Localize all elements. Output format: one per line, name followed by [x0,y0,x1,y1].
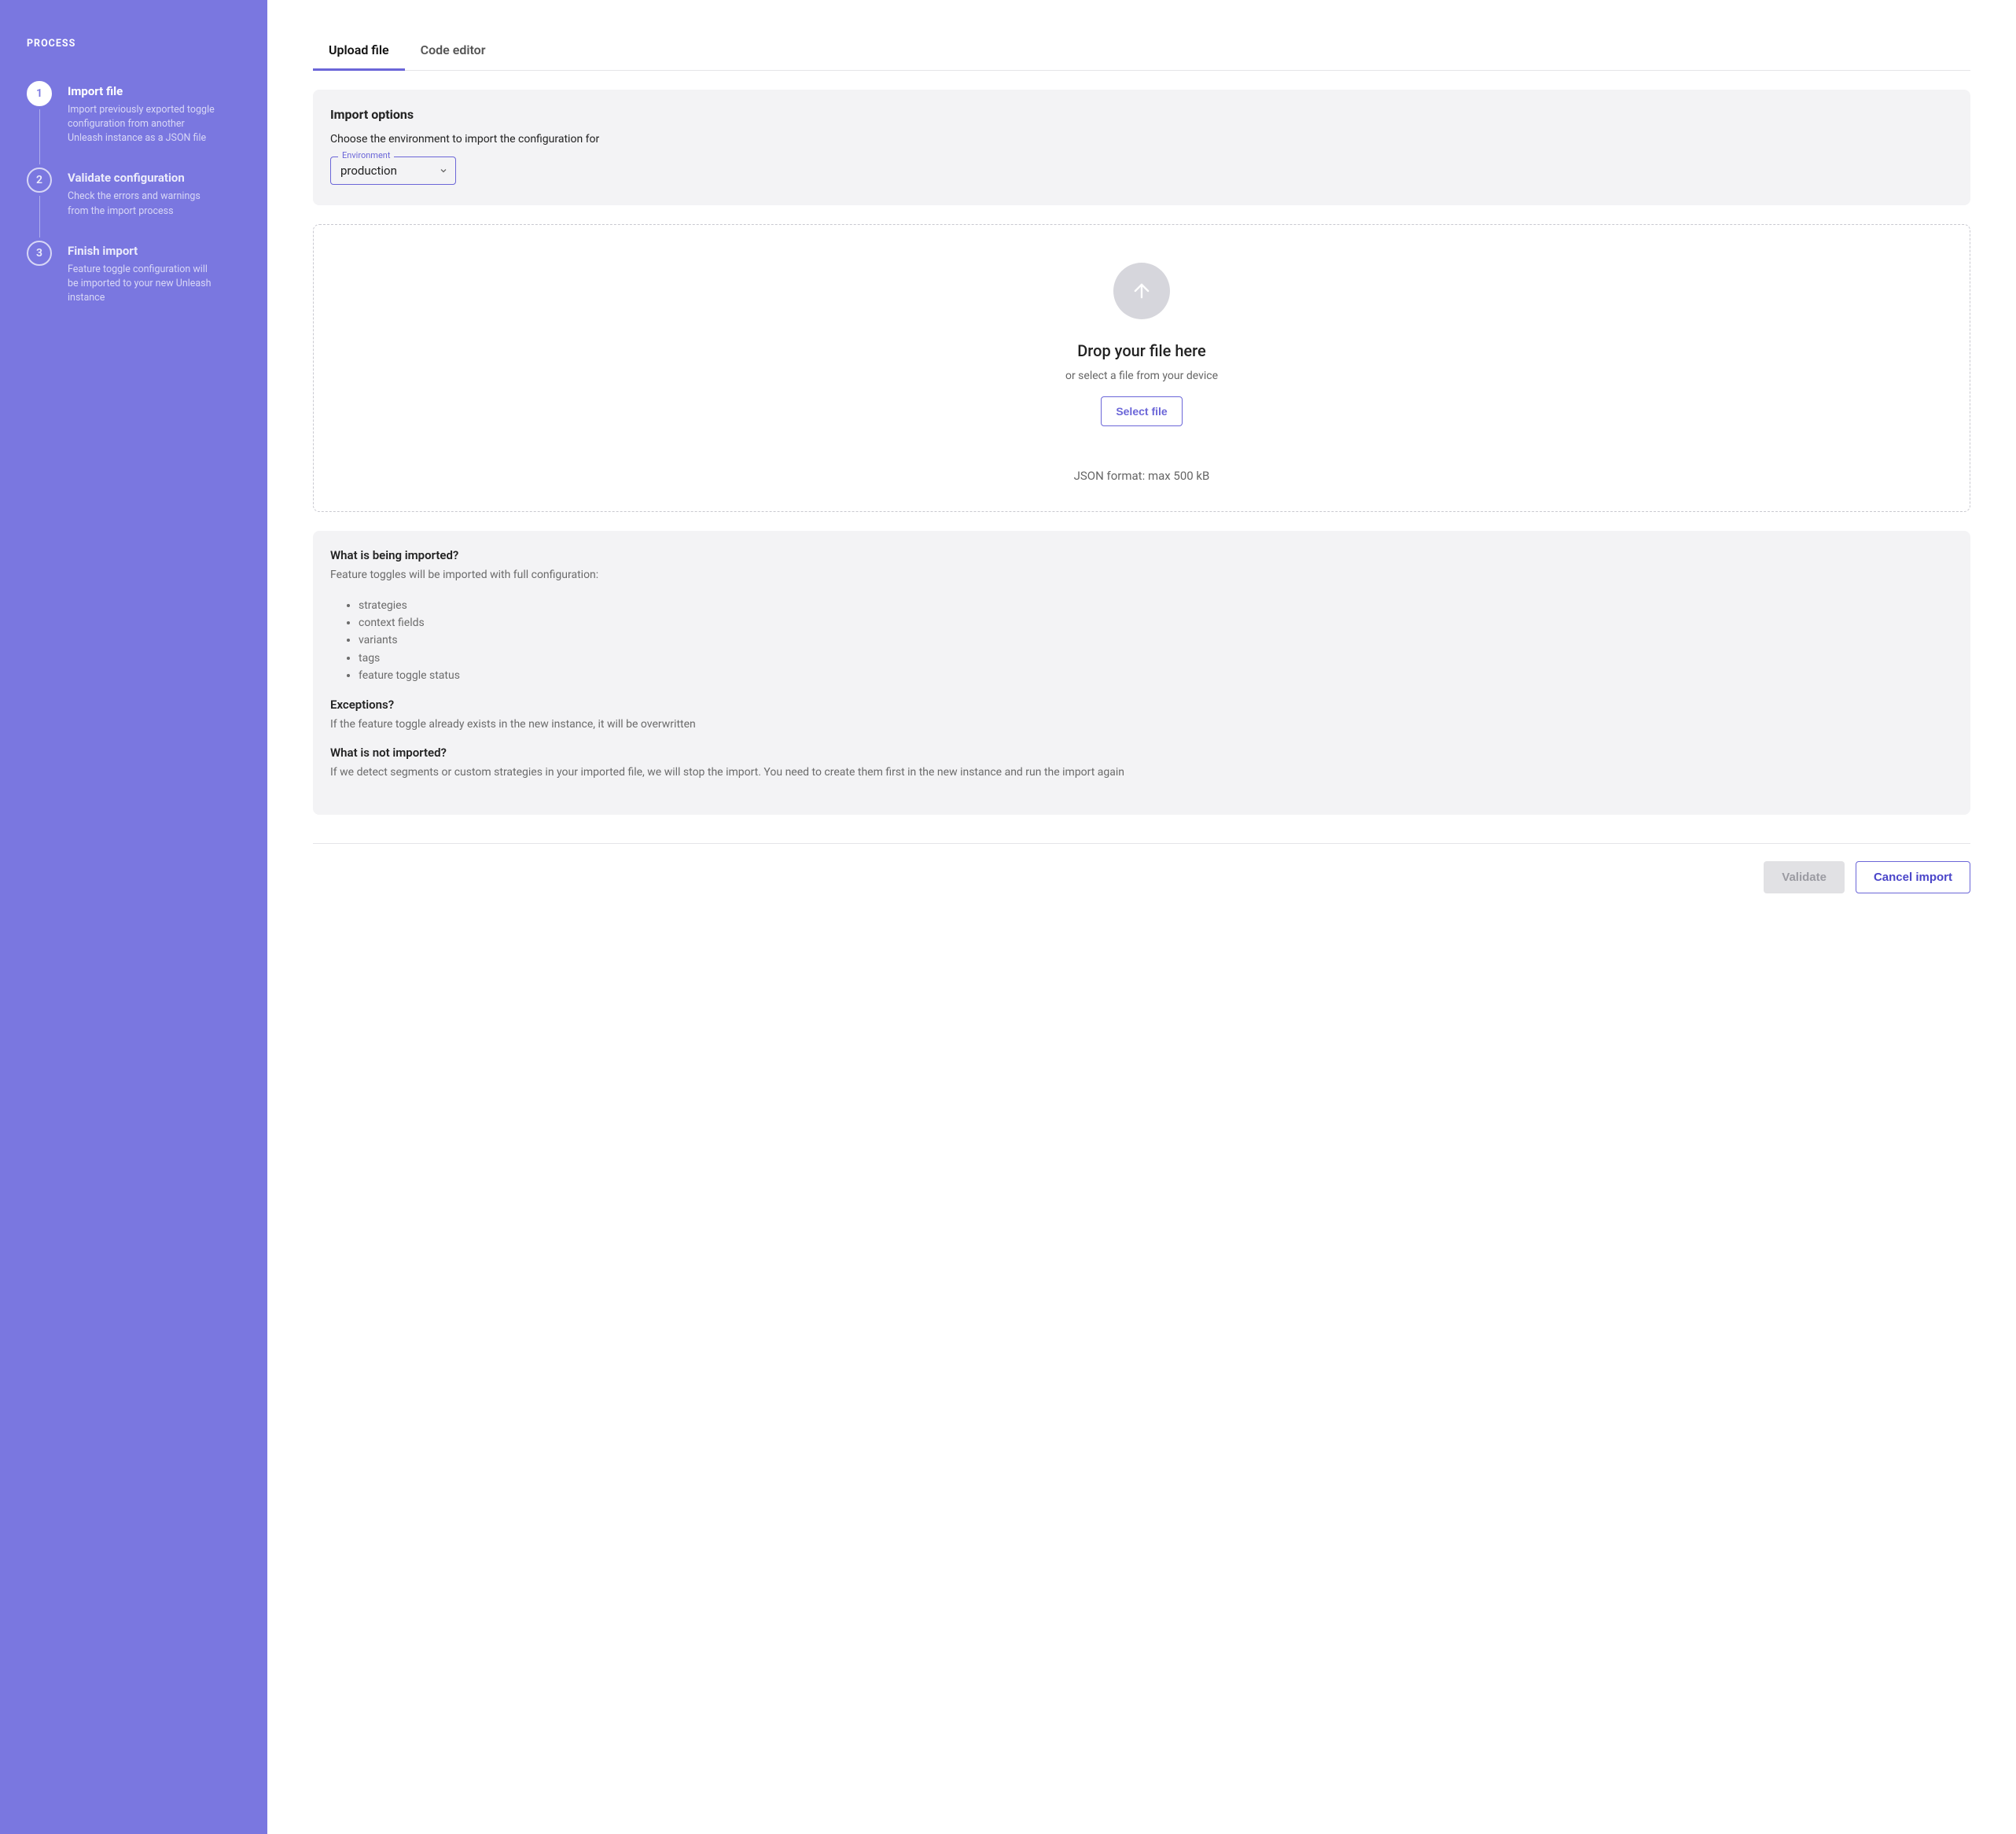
environment-select-box[interactable]: production [330,157,456,185]
environment-label: Environment [338,150,394,160]
step-title: Finish import [68,244,217,258]
validate-button[interactable]: Validate [1764,861,1845,893]
import-info-card: What is being imported? Feature toggles … [313,531,1970,815]
sidebar-title: PROCESS [27,38,241,50]
file-dropzone[interactable]: Drop your file here or select a file fro… [313,224,1970,512]
step-number: 2 [27,168,52,193]
select-file-button[interactable]: Select file [1101,396,1182,426]
info-heading-imported: What is being imported? [330,548,1953,562]
dialog-footer: Validate Cancel import [313,843,1970,893]
step-desc: Check the errors and warnings from the i… [68,190,217,218]
info-text-not-imported: If we detect segments or custom strategi… [330,764,1953,782]
tab-upload-file[interactable]: Upload file [313,31,405,71]
step-import-file: 1 Import file Import previously exported… [27,81,241,168]
list-item: variants [359,632,1953,649]
environment-select[interactable]: Environment production [330,157,456,185]
import-tabs: Upload file Code editor [313,31,1970,71]
step-desc: Feature toggle configuration will be imp… [68,263,217,305]
step-title: Validate configuration [68,171,217,185]
list-item: context fields [359,614,1953,632]
chevron-down-icon [439,166,448,175]
upload-icon [1113,263,1170,319]
step-finish-import: 3 Finish import Feature toggle configura… [27,241,241,327]
step-title: Import file [68,84,217,98]
info-heading-exceptions: Exceptions? [330,698,1953,712]
list-item: feature toggle status [359,667,1953,684]
import-options-card: Import options Choose the environment to… [313,90,1970,205]
list-item: tags [359,650,1953,667]
step-number: 3 [27,241,52,266]
dropzone-title: Drop your file here [329,341,1954,360]
step-validate-configuration: 2 Validate configuration Check the error… [27,168,241,240]
process-steps: 1 Import file Import previously exported… [27,81,241,327]
dropzone-subtitle: or select a file from your device [329,370,1954,382]
info-import-list: strategies context fields variants tags … [330,597,1953,685]
info-text-exceptions: If the feature toggle already exists in … [330,716,1953,734]
step-number: 1 [27,81,52,106]
environment-value: production [340,164,397,178]
step-desc: Import previously exported toggle config… [68,103,217,145]
info-heading-not-imported: What is not imported? [330,746,1953,760]
main-content: Upload file Code editor Import options C… [267,0,2016,1834]
process-sidebar: PROCESS 1 Import file Import previously … [0,0,267,1834]
dropzone-format: JSON format: max 500 kB [329,469,1954,483]
import-options-lead: Choose the environment to import the con… [330,133,1953,145]
tab-code-editor[interactable]: Code editor [405,31,502,71]
info-text-imported: Feature toggles will be imported with fu… [330,567,1953,584]
import-options-heading: Import options [330,107,1953,122]
list-item: strategies [359,597,1953,614]
cancel-import-button[interactable]: Cancel import [1856,861,1970,893]
